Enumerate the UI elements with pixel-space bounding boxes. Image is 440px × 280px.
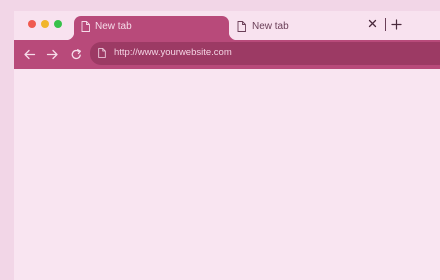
tab-strip: New tab New tab [14,11,440,40]
close-icon[interactable] [368,19,377,28]
address-bar[interactable]: http://www.yourwebsite.com [90,42,440,65]
arrow-left-icon[interactable] [23,48,36,61]
url-text: http://www.yourwebsite.com [114,47,232,58]
tab-active[interactable]: New tab [66,16,237,40]
window-minimize-button[interactable] [41,20,49,28]
tab-inactive[interactable]: New tab [230,16,380,40]
plus-icon[interactable] [391,19,402,30]
browser-window: New tab New tab http://www.yourwebsite.c… [14,11,440,280]
page-icon [237,21,246,32]
page-icon [81,21,90,32]
page-icon [98,48,106,58]
tab-label: New tab [252,21,289,32]
window-maximize-button[interactable] [54,20,62,28]
page-content [14,69,440,280]
window-close-button[interactable] [28,20,36,28]
toolbar: http://www.yourwebsite.com [14,40,440,69]
tab-divider [385,18,386,31]
arrow-right-icon[interactable] [46,48,59,61]
tab-label: New tab [95,21,132,32]
reload-icon[interactable] [70,48,83,61]
